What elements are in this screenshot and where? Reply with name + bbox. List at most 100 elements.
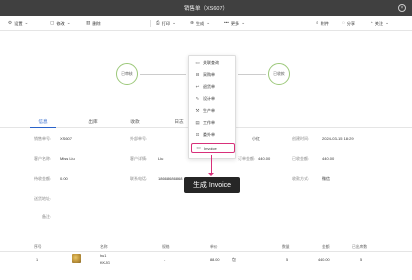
design-icon: ✎: [195, 95, 200, 101]
menu-item-label: 关联查询: [203, 60, 219, 65]
pending-label: 待收金额:: [34, 176, 52, 181]
chat-icon: ◌: [342, 20, 345, 26]
generate-dropdown-menu: ▭ 关联查询 ⊟ 采购单 ↩ 退货单 ✎ 设计单 ⚒ 生产单 ▤ 工作单 ⊡ 委…: [188, 55, 236, 159]
tab-payment[interactable]: 收款: [122, 116, 148, 128]
col-name: 名称: [100, 245, 108, 249]
menu-item-return[interactable]: ↩ 退货单: [191, 82, 235, 92]
customer-name-value: Miss Liu: [60, 156, 75, 161]
trash-icon: ▥: [86, 20, 91, 26]
tab-outbound[interactable]: 出库: [80, 116, 106, 128]
col-qty: 数量: [282, 245, 290, 249]
settings-button[interactable]: ⚙ 设置 ⌄: [8, 16, 28, 31]
paperclip-icon: ⌕: [316, 20, 319, 26]
customer-name-label: 客户名称:: [34, 156, 52, 161]
row-unit: 包: [232, 258, 236, 262]
outer-no-label: 外部单号:: [130, 136, 148, 141]
col-amount: 金额: [322, 245, 330, 249]
menu-item-label: 委外单: [203, 132, 215, 137]
create-time-value: 2024-03-15 18:29: [322, 136, 354, 141]
print-label: 打印: [161, 20, 171, 26]
paid-label: 已收金额:: [292, 156, 310, 161]
menu-item-production[interactable]: ⚒ 生产单: [191, 106, 235, 116]
folder-icon: ▭: [195, 59, 200, 65]
follow-button[interactable]: ◔ 关注 ⌄: [370, 16, 389, 31]
row-shipped: 5: [360, 258, 363, 262]
order-no-label: 销售单号:: [34, 136, 52, 141]
settings-label: 设置: [14, 20, 23, 26]
callout-pointer-tip: [208, 173, 214, 176]
menu-item-label: 退货单: [203, 84, 215, 89]
menu-item-label: 采购单: [203, 72, 215, 77]
attachment-label: 附件: [320, 20, 329, 26]
plus-circle-icon: ⊕: [190, 20, 194, 26]
order-no-value: XS607: [60, 136, 73, 141]
menu-item-design[interactable]: ✎ 设计单: [191, 94, 235, 104]
share-label: 分享: [346, 20, 356, 26]
menu-item-outsource[interactable]: ⊡ 委外单: [191, 130, 235, 140]
cart-icon: ⊟: [195, 71, 200, 77]
payment-label: 收款方式:: [292, 176, 310, 181]
menu-item-purchase[interactable]: ⊟ 采购单: [191, 70, 235, 80]
flow-step-received-label: 已收款: [273, 71, 285, 76]
menu-item-label: 设计单: [203, 96, 215, 101]
menu-item-related-query[interactable]: ▭ 关联查询: [191, 58, 235, 68]
edit-icon: ▢: [50, 20, 55, 26]
col-index: 序号: [34, 245, 42, 249]
menu-item-invoice[interactable]: ▭ Invoice: [191, 143, 235, 153]
menu-item-work-order[interactable]: ▤ 工作单: [191, 118, 235, 128]
more-button[interactable]: ••• 更多 ⌄: [224, 16, 245, 31]
close-button[interactable]: ×: [398, 4, 406, 12]
edit-label: 修改: [56, 20, 65, 26]
more-dots-icon: •••: [224, 20, 229, 26]
small-label: 小红: [252, 136, 260, 141]
tooltip-callout-text: 生成 Invoice: [192, 182, 232, 189]
print-button[interactable]: ⎙ 打印 ⌄: [156, 16, 176, 31]
more-label: 更多: [230, 20, 240, 26]
row-qty: 5: [286, 258, 289, 262]
chevron-down-icon: ⌄: [241, 20, 246, 26]
order-amount-value: 440.00: [258, 156, 271, 161]
chevron-down-icon: ⌄: [66, 20, 71, 26]
close-icon: ×: [400, 4, 404, 11]
chevron-down-icon: ⌄: [206, 20, 211, 26]
paid-value: 440.00: [322, 156, 335, 161]
payment-value: 微信: [322, 176, 330, 181]
flow-connector: [238, 74, 266, 75]
items-table-header: 序号 名称 规格 单价 数量 金额 已出库数: [0, 242, 412, 252]
remark-label: 备注:: [42, 214, 52, 219]
delete-button[interactable]: ▥ 删除: [86, 16, 101, 31]
bell-icon: ◔: [370, 20, 373, 26]
product-thumbnail: [72, 254, 81, 263]
row-name: hu1: [100, 254, 107, 258]
phone-value: 18668686868: [158, 176, 183, 181]
ship-icon: ⊡: [195, 131, 200, 137]
row-name-code: KKJG: [100, 261, 110, 265]
create-time-label: 创建时间:: [292, 136, 310, 141]
follow-label: 关注: [374, 20, 384, 26]
tab-info[interactable]: 信息: [30, 116, 56, 128]
col-price: 单价: [210, 245, 218, 249]
row-index: 1: [36, 258, 39, 262]
delete-label: 删除: [92, 20, 101, 26]
flow-step-audited: 已审核: [116, 63, 138, 85]
share-button[interactable]: ◌ 分享: [342, 16, 355, 31]
row-spec: -: [164, 258, 166, 262]
customer-contact-label: 客户详情:: [130, 156, 148, 161]
flow-connector: [140, 74, 186, 75]
edit-button[interactable]: ▢ 修改 ⌄: [50, 16, 71, 31]
gear-icon: ⚙: [8, 20, 13, 26]
chevron-down-icon: ⌄: [385, 20, 390, 26]
chevron-down-icon: ⌄: [24, 20, 29, 26]
attachment-button[interactable]: ⌕ 附件: [316, 16, 329, 31]
toolbar: ⚙ 设置 ⌄ ▢ 修改 ⌄ ▥ 删除 ⎙ 打印 ⌄ ⊕ 生成 ⌄ ••• 更多 …: [0, 16, 412, 31]
window-titlebar: 销售单（XS607） ×: [0, 0, 412, 16]
work-order-icon: ▤: [195, 119, 200, 125]
row-amount: 440.00: [318, 258, 330, 262]
window-title: 销售单（XS607）: [183, 6, 228, 12]
return-icon: ↩: [195, 83, 200, 89]
tooltip-callout: 生成 Invoice: [184, 177, 240, 193]
address-label: 送货地址:: [34, 196, 52, 201]
generate-button[interactable]: ⊕ 生成 ⌄: [190, 16, 210, 31]
sales-order-window: ⚙ 设置 ⌄ ▢ 修改 ⌄ ▥ 删除 ⎙ 打印 ⌄ ⊕ 生成 ⌄ ••• 更多 …: [0, 16, 412, 280]
callout-pointer-line: [211, 155, 212, 174]
